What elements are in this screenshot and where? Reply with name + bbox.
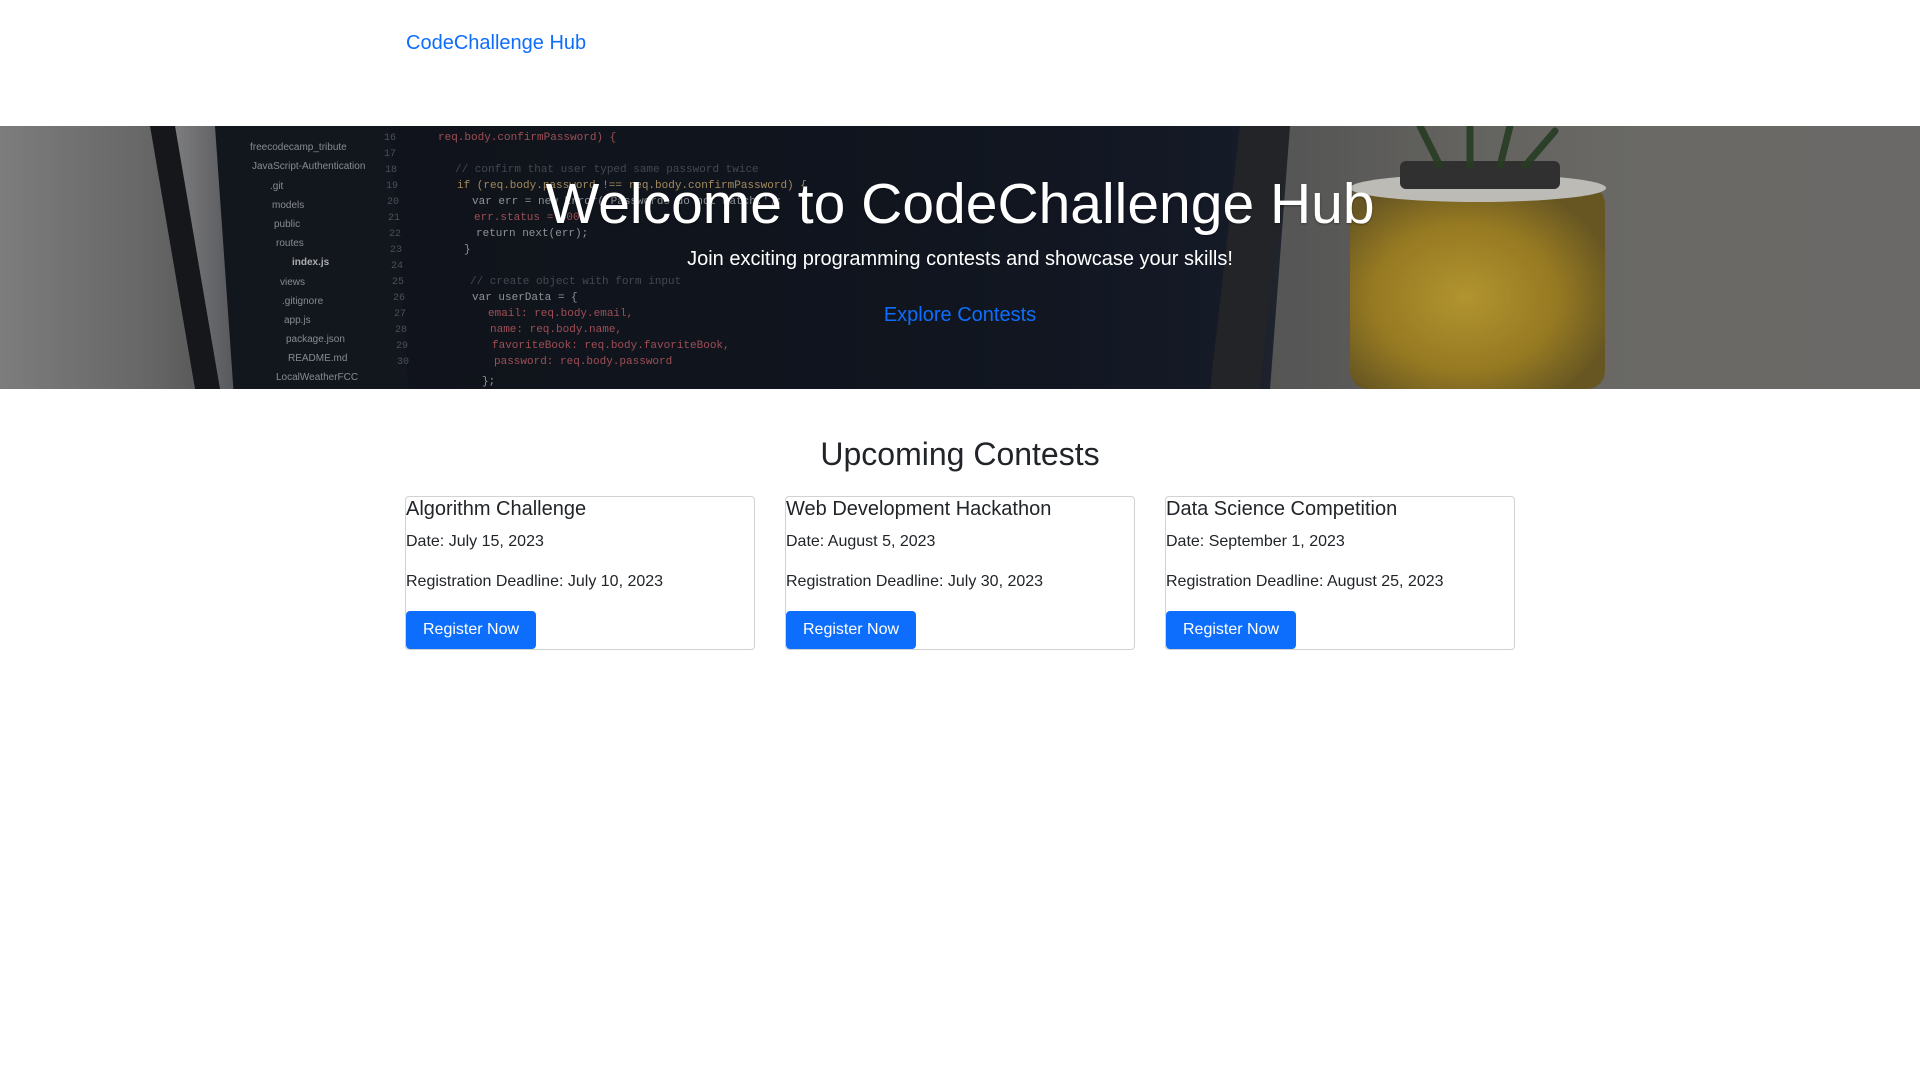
section-title: Upcoming Contests — [820, 436, 1100, 472]
hero-title: Welcome to CodeChallenge Hub — [545, 172, 1375, 236]
hero-section: freecodecamp_tribute JavaScript-Authenti… — [0, 126, 1920, 389]
register-button[interactable]: Register Now — [786, 611, 916, 649]
contest-card: Algorithm Challenge Date: July 15, 2023 … — [405, 496, 755, 650]
contest-date: Date: July 15, 2023 — [406, 533, 544, 550]
explore-contests-label[interactable]: Explore Contests — [884, 304, 1036, 326]
brand-link[interactable]: CodeChallenge Hub — [406, 30, 586, 56]
register-button[interactable]: Register Now — [406, 611, 536, 649]
contest-date: Date: September 1, 2023 — [1166, 533, 1345, 550]
contest-deadline: Registration Deadline: July 10, 2023 — [406, 573, 664, 590]
contest-date: Date: August 5, 2023 — [786, 533, 936, 550]
contest-card: Data Science Competition Date: September… — [1165, 496, 1515, 650]
contest-deadline: Registration Deadline: July 30, 2023 — [786, 573, 1044, 590]
contest-cards: Algorithm Challenge Date: July 15, 2023 … — [405, 496, 1515, 650]
explore-contests-link[interactable]: Explore Contests — [0, 302, 1920, 328]
hero-content: Welcome to CodeChallenge Hub Join exciti… — [0, 126, 1920, 389]
contest-title: Algorithm Challenge — [406, 498, 587, 520]
navbar: CodeChallenge Hub — [0, 0, 1920, 126]
contest-deadline: Registration Deadline: August 25, 2023 — [1166, 573, 1444, 590]
contest-card: Web Development Hackathon Date: August 5… — [785, 496, 1135, 650]
contest-title: Web Development Hackathon — [786, 498, 1052, 520]
hero-subtitle: Join exciting programming contests and s… — [687, 248, 1233, 270]
contest-title: Data Science Competition — [1166, 498, 1398, 520]
register-button[interactable]: Register Now — [1166, 611, 1296, 649]
